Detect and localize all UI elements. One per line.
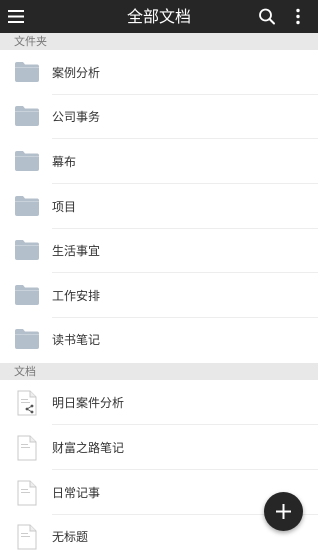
divider — [52, 424, 318, 425]
document-icon — [17, 435, 37, 461]
document-icon — [17, 480, 37, 506]
folder-item[interactable]: 读书笔记 — [0, 318, 318, 362]
folder-label: 读书笔记 — [52, 333, 101, 347]
add-button[interactable] — [264, 492, 303, 531]
search-button[interactable] — [255, 0, 287, 33]
folder-item[interactable]: 幕布 — [0, 140, 318, 184]
folder-icon — [15, 62, 39, 82]
more-button[interactable] — [286, 0, 318, 33]
folder-icon — [15, 106, 39, 126]
divider — [52, 469, 318, 470]
section-header-folders: 文件夹 — [0, 33, 318, 50]
folder-item[interactable]: 案例分析 — [0, 51, 318, 95]
divider — [52, 272, 318, 273]
document-item[interactable]: 财富之路笔记 — [0, 426, 318, 470]
section-header-documents: 文档 — [0, 363, 318, 380]
folder-icon — [15, 240, 39, 260]
folder-label: 幕布 — [52, 155, 77, 169]
search-icon — [259, 8, 275, 25]
folder-icon — [15, 329, 39, 349]
section-label: 文件夹 — [14, 35, 47, 48]
folder-label: 工作安排 — [52, 289, 101, 303]
folder-label: 案例分析 — [52, 66, 101, 80]
app-bar: 全部文档 — [0, 0, 318, 33]
document-label: 明日案件分析 — [52, 396, 125, 410]
document-icon — [17, 524, 37, 550]
folder-item[interactable]: 项目 — [0, 185, 318, 229]
folder-item[interactable]: 工作安排 — [0, 274, 318, 318]
shared-document-icon — [17, 390, 37, 416]
document-item[interactable]: 明日案件分析 — [0, 381, 318, 425]
divider — [52, 183, 318, 184]
folder-icon — [15, 151, 39, 171]
folder-icon — [15, 196, 39, 216]
document-label: 财富之路笔记 — [52, 441, 125, 455]
section-label: 文档 — [14, 365, 36, 378]
divider — [52, 138, 318, 139]
folder-label: 生活事宜 — [52, 244, 101, 258]
folder-label: 项目 — [52, 200, 77, 214]
folder-icon — [15, 285, 39, 305]
folder-label: 公司事务 — [52, 110, 101, 124]
plus-icon — [276, 504, 291, 519]
folder-item[interactable]: 公司事务 — [0, 95, 318, 139]
document-label: 无标题 — [52, 530, 89, 544]
document-label: 日常记事 — [52, 486, 101, 500]
more-vertical-icon — [296, 8, 300, 25]
folder-item[interactable]: 生活事宜 — [0, 229, 318, 273]
